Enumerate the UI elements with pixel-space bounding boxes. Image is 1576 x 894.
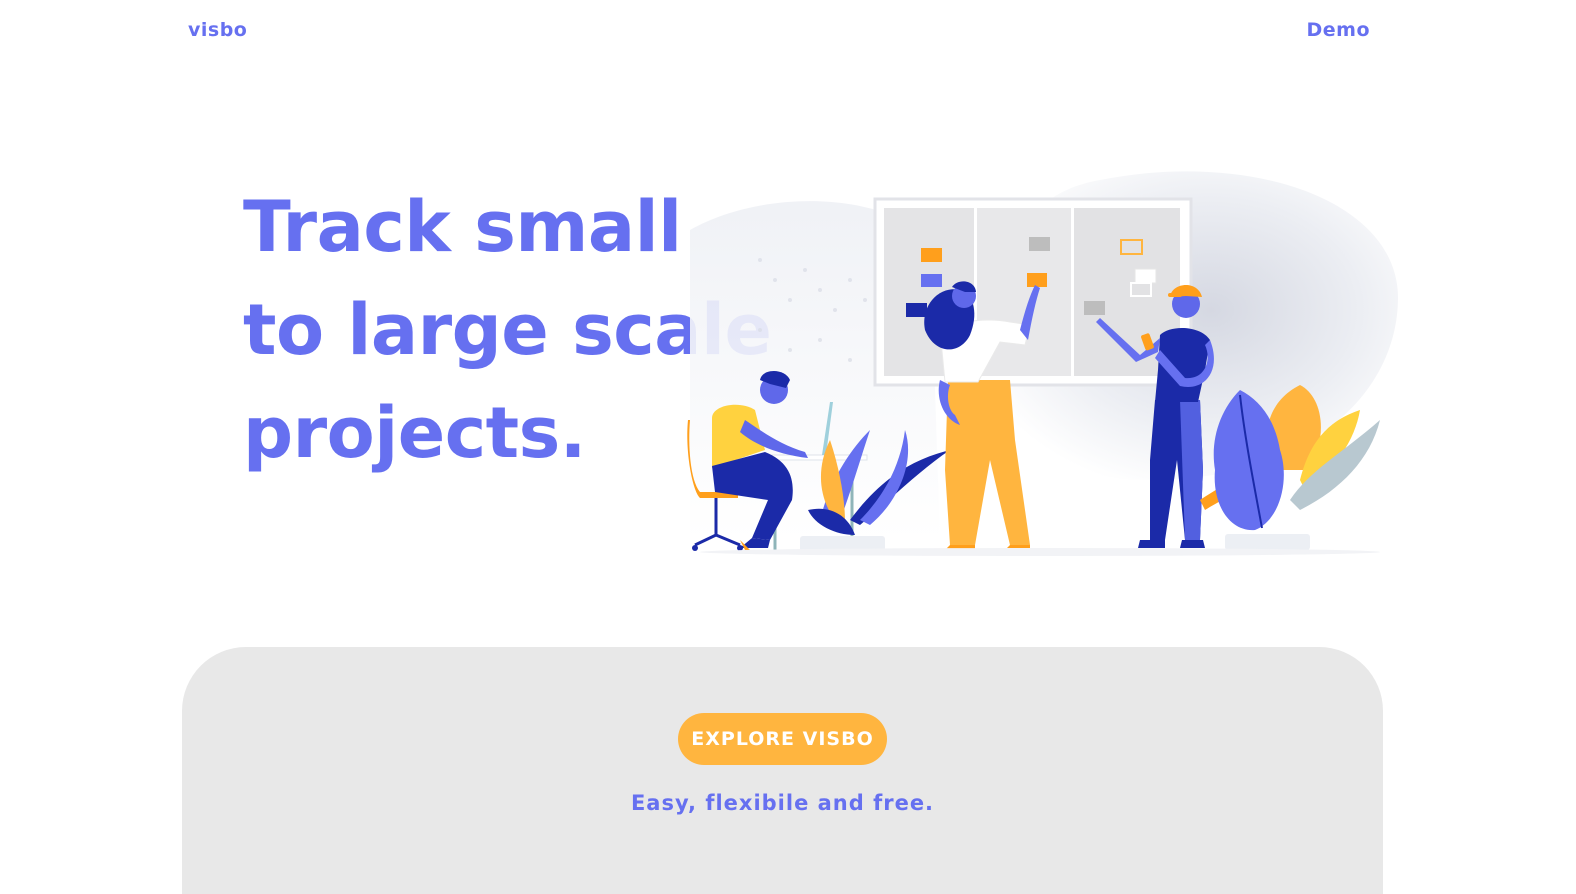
- cta-panel: [182, 647, 1383, 894]
- demo-nav-link[interactable]: Demo: [1306, 19, 1370, 41]
- right-plants: [1200, 385, 1380, 550]
- landing-page: visbo Demo Track small to large scale pr…: [0, 0, 1576, 894]
- explore-visbo-button[interactable]: EXPLORE VISBO: [678, 713, 887, 765]
- cta-tagline: Easy, flexibile and free.: [630, 791, 935, 815]
- team-kanban-illustration: [687, 171, 1399, 556]
- brand-logo-link[interactable]: visbo: [188, 19, 247, 41]
